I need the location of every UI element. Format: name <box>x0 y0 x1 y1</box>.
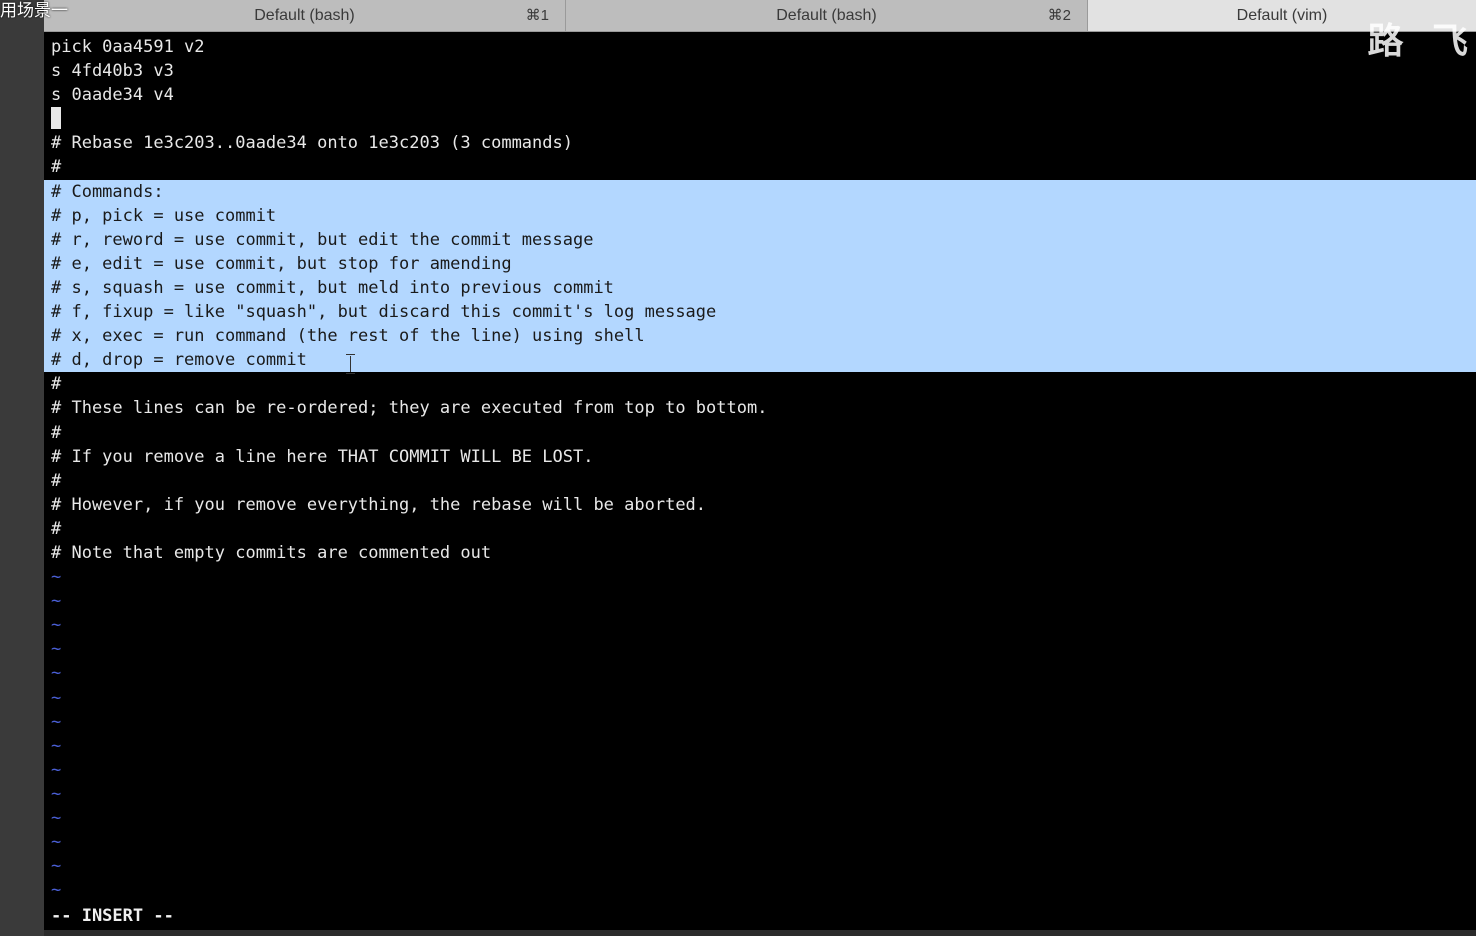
empty-buffer-line-tilde: ~ <box>51 567 62 588</box>
editor-line: # p, pick = use commit <box>44 203 1476 228</box>
editor-line-text: # Commands: <box>51 181 164 202</box>
empty-buffer-line-tilde: ~ <box>51 856 62 877</box>
editor-line: # r, reword = use commit, but edit the c… <box>44 227 1476 252</box>
editor-line-text: # Rebase 1e3c203..0aade34 onto 1e3c203 (… <box>51 133 573 154</box>
editor-line-text: # r, reword = use commit, but edit the c… <box>51 229 594 250</box>
editor-line-text: # x, exec = run command (the rest of the… <box>51 326 645 347</box>
empty-buffer-line-tilde: ~ <box>51 783 62 804</box>
editor-line-text: # <box>51 422 62 443</box>
text-cursor <box>51 107 61 130</box>
tab-bar: Default (bash) ⌘1 Default (bash) ⌘2 Defa… <box>44 0 1476 32</box>
mouse-ibeam-cursor-icon <box>346 354 355 375</box>
empty-buffer-line-tilde: ~ <box>51 832 62 853</box>
watermark: 路 飞 <box>1367 21 1476 62</box>
editor-line: # <box>44 517 1476 541</box>
editor-line-text: # <box>51 470 62 491</box>
editor-line-text: # These lines can be re-ordered; they ar… <box>51 398 768 419</box>
editor-line-text: # d, drop = remove commit <box>51 350 307 371</box>
tab-default-bash-1[interactable]: Default (bash) ⌘1 <box>44 0 566 31</box>
editor-line: # f, fixup = like "squash", but discard … <box>44 300 1476 325</box>
editor-line: # These lines can be re-ordered; they ar… <box>44 396 1476 420</box>
editor-line-text: # p, pick = use commit <box>51 205 277 226</box>
terminal-window: Default (bash) ⌘1 Default (bash) ⌘2 Defa… <box>44 0 1476 930</box>
editor-line-text: # Note that empty commits are commented … <box>51 542 492 563</box>
editor-line-text: # e, edit = use commit, but stop for ame… <box>51 253 512 274</box>
editor-line <box>44 107 1476 131</box>
editor-line-text: # <box>51 157 62 178</box>
editor-line: # e, edit = use commit, but stop for ame… <box>44 251 1476 276</box>
editor-line-text: pick 0aa4591 v2 <box>51 37 205 57</box>
editor-line-text: s 4fd40b3 v3 <box>51 61 174 82</box>
empty-buffer-line-tilde: ~ <box>51 880 62 901</box>
tab-label: Default (bash) <box>254 7 355 24</box>
editor-line: # Commands: <box>44 179 1476 204</box>
editor-line: # <box>44 421 1476 445</box>
editor-line: s 4fd40b3 v3 <box>44 59 1476 83</box>
empty-buffer-line-tilde: ~ <box>51 639 62 660</box>
empty-buffer-line-tilde: ~ <box>51 759 62 780</box>
tab-label: Default (bash) <box>776 7 877 24</box>
empty-buffer-line-tilde: ~ <box>51 591 62 612</box>
empty-buffer-line-tilde: ~ <box>51 687 62 708</box>
editor-line: # d, drop = remove commit <box>44 348 1476 375</box>
editor-line: # <box>44 469 1476 493</box>
editor-line: # If you remove a line here THAT COMMIT … <box>44 445 1476 469</box>
vim-editor-buffer[interactable]: pick 0aa4591 v2 s 4fd40b3 v3 s 0aade34 v4 #… <box>44 35 1476 926</box>
editor-line-text: # <box>51 374 62 395</box>
empty-buffer-line-tilde: ~ <box>51 808 62 828</box>
editor-line-text: # s, squash = use commit, but meld into … <box>51 277 614 298</box>
editor-line: # x, exec = run command (the rest of the… <box>44 324 1476 349</box>
editor-line-text: # f, fixup = like "squash", but discard … <box>51 302 717 323</box>
editor-line: s 0aade34 v4 <box>44 83 1476 107</box>
left-desktop-strip <box>0 0 44 936</box>
tab-shortcut: ⌘1 <box>525 7 549 24</box>
empty-buffer-line-tilde: ~ <box>51 663 62 684</box>
editor-line-text: # If you remove a line here THAT COMMIT … <box>51 446 594 467</box>
editor-line: # However, if you remove everything, the… <box>44 493 1476 517</box>
editor-line: # Note that empty commits are commented … <box>44 541 1476 565</box>
editor-line-text: s 0aade34 v4 <box>51 85 174 106</box>
editor-line-text: # However, if you remove everything, the… <box>51 494 707 515</box>
editor-line: # s, squash = use commit, but meld into … <box>44 275 1476 301</box>
editor-line: # <box>44 155 1476 179</box>
tab-default-bash-2[interactable]: Default (bash) ⌘2 <box>566 0 1088 31</box>
tab-label: Default (vim) <box>1236 7 1328 24</box>
video-overlay-caption: 用场景一 <box>0 1 68 21</box>
editor-line-text: # <box>51 518 62 539</box>
tab-shortcut: ⌘2 <box>1047 7 1071 24</box>
editor-line: pick 0aa4591 v2 <box>44 35 1476 59</box>
vim-mode-indicator: -- INSERT -- <box>51 906 174 926</box>
empty-buffer-line-tilde: ~ <box>51 615 62 636</box>
editor-line: # <box>44 372 1476 396</box>
empty-buffer-line-tilde: ~ <box>51 735 62 756</box>
empty-buffer-line-tilde: ~ <box>51 711 62 732</box>
editor-line: # Rebase 1e3c203..0aade34 onto 1e3c203 (… <box>44 131 1476 155</box>
